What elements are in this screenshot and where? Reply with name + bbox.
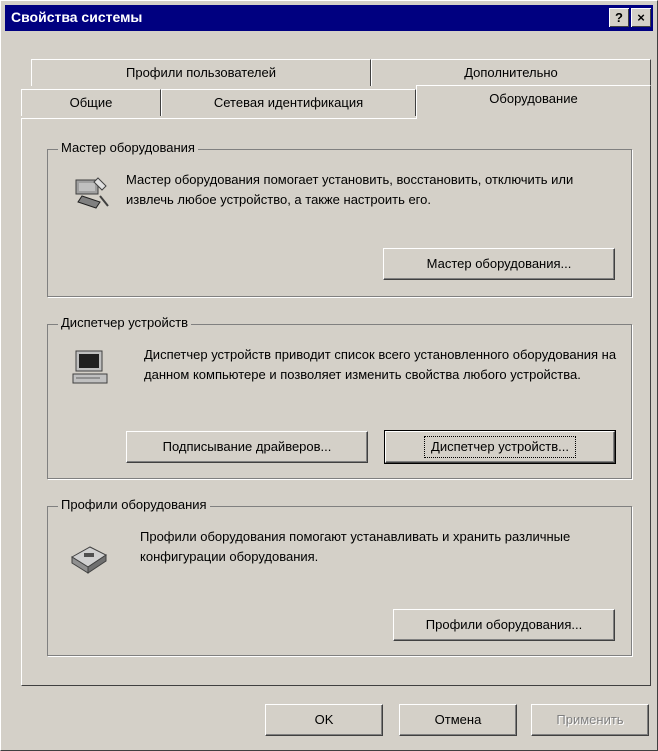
ok-button[interactable]: OK <box>265 704 383 736</box>
system-properties-dialog: Свойства системы ? × Профили пользовател… <box>0 0 658 751</box>
hardware-wizard-icon <box>75 177 109 209</box>
hardware-profiles-group: Профили оборудования Профили оборудовани… <box>47 497 632 656</box>
tab-general[interactable]: Общие <box>21 89 161 116</box>
device-manager-group: Диспетчер устройств Диспетчер устройств … <box>47 315 632 479</box>
close-button[interactable]: × <box>631 8 651 27</box>
tab-user-profiles[interactable]: Профили пользователей <box>31 59 371 86</box>
hardware-profiles-icon <box>71 546 107 574</box>
help-button[interactable]: ? <box>609 8 629 27</box>
window-title: Свойства системы <box>11 9 143 25</box>
hardware-wizard-description: Мастер оборудования помогает установить,… <box>126 172 574 207</box>
hardware-wizard-group: Мастер оборудования Мастер оборудования … <box>47 140 632 297</box>
driver-signing-button[interactable]: Подписывание драйверов... <box>126 431 368 463</box>
hardware-tab-panel: Мастер оборудования Мастер оборудования … <box>21 118 651 686</box>
hardware-profiles-title: Профили оборудования <box>58 497 210 512</box>
hardware-wizard-title: Мастер оборудования <box>58 140 198 155</box>
device-manager-title: Диспетчер устройств <box>58 315 192 330</box>
computer-icon <box>72 350 108 384</box>
hardware-wizard-button[interactable]: Мастер оборудования... <box>383 248 615 280</box>
tab-advanced[interactable]: Дополнительно <box>371 59 651 86</box>
device-manager-description: Диспетчер устройств приводит список всег… <box>144 347 617 382</box>
device-manager-button[interactable]: Диспетчер устройств... <box>384 430 616 464</box>
hardware-profiles-description: Профили оборудования помогают устанавлив… <box>140 529 571 564</box>
hardware-profiles-button[interactable]: Профили оборудования... <box>393 609 615 641</box>
tab-hardware[interactable]: Оборудование <box>416 85 651 119</box>
cancel-button[interactable]: Отмена <box>399 704 517 736</box>
apply-button[interactable]: Применить <box>531 704 649 736</box>
device-manager-button-label: Диспетчер устройств... <box>424 436 576 458</box>
tab-network-identification[interactable]: Сетевая идентификация <box>161 89 416 116</box>
title-bar[interactable]: Свойства системы ? × <box>5 5 653 31</box>
